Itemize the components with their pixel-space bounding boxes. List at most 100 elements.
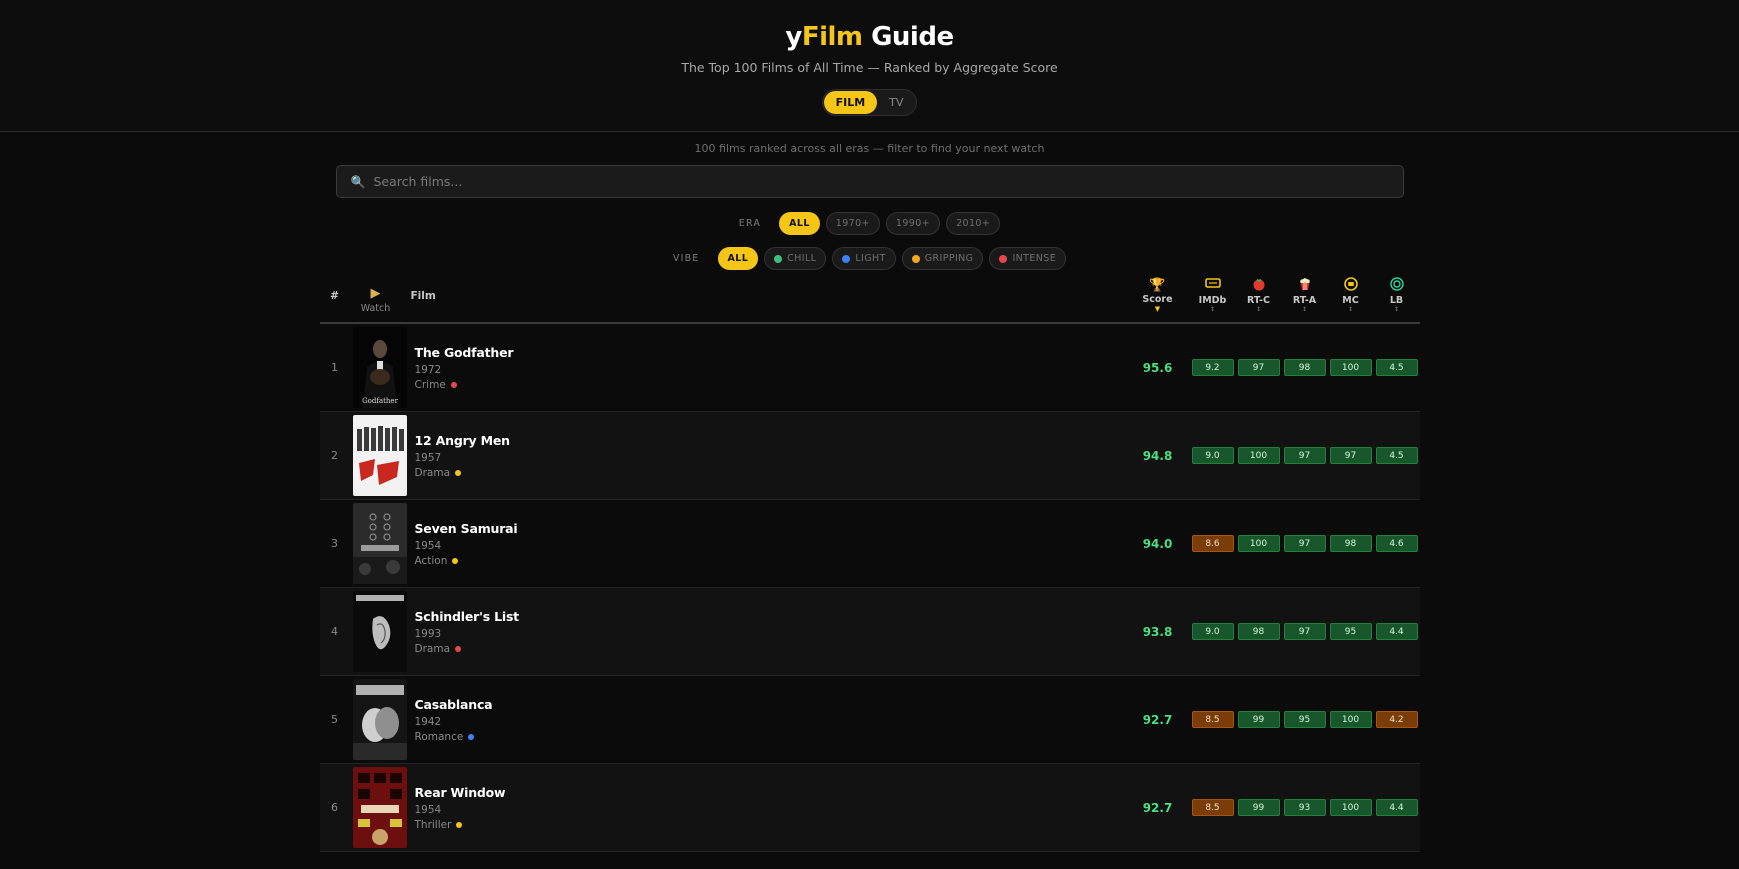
sort-icon: ↕ <box>1301 306 1308 313</box>
vibe-chip-intense[interactable]: INTENSE <box>989 247 1067 270</box>
row-rank: 1 <box>331 361 338 374</box>
mc-rating: 95 <box>1329 623 1372 640</box>
film-genre: Drama <box>415 643 1130 655</box>
rtc-column-header[interactable]: RT-C ↕ <box>1236 277 1282 314</box>
site-header: yFilm Guide The Top 100 Films of All Tim… <box>0 0 1739 132</box>
source-ratings: 8.5 99 95 100 4.2 <box>1190 711 1420 728</box>
film-info: Seven Samurai 1954 Action <box>407 521 1130 567</box>
site-logo[interactable]: yFilm Guide <box>0 22 1739 52</box>
vibe-chip-chill[interactable]: CHILL <box>764 247 827 270</box>
rtc-rating: 100 <box>1237 535 1280 552</box>
watch-column-header[interactable]: ▶ Watch <box>350 286 402 314</box>
rtc-rating: 97 <box>1237 359 1280 376</box>
film-title[interactable]: Schindler's List <box>415 609 1130 624</box>
rta-rating: 97 <box>1283 623 1326 640</box>
vibe-chip-all[interactable]: ALL <box>717 247 759 270</box>
film-poster[interactable] <box>352 591 407 672</box>
table-row[interactable]: 6 Rear Window 1954 Thriller 92.7 8.5 99 … <box>319 764 1420 852</box>
score-column-header[interactable]: 🏆 Score ▼ <box>1130 278 1186 314</box>
table-row[interactable]: 1 Godfather The Godfather 1972 Crime 95.… <box>319 324 1420 412</box>
mode-toggle: FILM TV <box>821 89 918 116</box>
table-row[interactable]: 5 Casablanca 1942 Romance 92.7 8.5 99 95… <box>319 676 1420 764</box>
mode-film-button[interactable]: FILM <box>823 91 878 114</box>
score-header-label: Score <box>1142 294 1173 305</box>
rtc-rating: 99 <box>1237 711 1280 728</box>
mc-rating: 100 <box>1329 711 1372 728</box>
sort-icon: ↕ <box>1393 306 1400 313</box>
imdb-column-header[interactable]: IMDb ↕ <box>1190 277 1236 314</box>
film-genre: Thriller <box>415 819 1130 831</box>
mc-column-header[interactable]: MC ↕ <box>1328 277 1374 314</box>
logo-accent: Film <box>801 22 863 52</box>
source-headers: IMDb ↕ RT-C ↕ RT-A ↕ MC ↕ LB ↕ <box>1190 277 1420 314</box>
imdb-rating: 8.5 <box>1191 711 1234 728</box>
rta-rating: 95 <box>1283 711 1326 728</box>
film-title[interactable]: Casablanca <box>415 697 1130 712</box>
sort-icon: ↕ <box>1209 306 1216 313</box>
film-title[interactable]: Seven Samurai <box>415 521 1130 536</box>
rank-column-header[interactable]: # <box>320 290 350 314</box>
vibe-dot-icon <box>455 469 461 476</box>
film-title[interactable]: Rear Window <box>415 785 1130 800</box>
vibe-dot-icon <box>450 381 457 388</box>
search-bar[interactable]: 🔍 <box>335 165 1404 198</box>
imdb-rating: 8.6 <box>1191 535 1234 552</box>
mc-rating: 97 <box>1329 447 1372 464</box>
rta-rating: 97 <box>1283 447 1326 464</box>
page-subtitle: 100 films ranked across all eras — filte… <box>694 142 1045 155</box>
rta-rating: 98 <box>1283 359 1326 376</box>
aggregate-score: 92.7 <box>1142 712 1173 727</box>
intense-dot-icon <box>999 254 1008 263</box>
imdb-icon <box>1190 277 1236 293</box>
lb-rating: 4.4 <box>1375 623 1418 640</box>
table-row[interactable]: 4 Schindler's List 1993 Drama 93.8 9.0 9… <box>319 588 1420 676</box>
sort-icon: ↕ <box>1255 306 1262 313</box>
lb-header-label: LB <box>1389 295 1404 306</box>
genre-label: Drama <box>414 466 451 479</box>
light-dot-icon <box>842 254 851 263</box>
table-row[interactable]: 2 12 Angry Men 1957 Drama 94.8 9.0 100 9… <box>319 412 1420 500</box>
mode-tv-button[interactable]: TV <box>877 91 915 114</box>
aggregate-score: 92.7 <box>1142 800 1173 815</box>
film-title[interactable]: The Godfather <box>415 345 1130 360</box>
film-info: Rear Window 1954 Thriller <box>407 785 1130 831</box>
film-info: Schindler's List 1993 Drama <box>407 609 1130 655</box>
rtc-header-label: RT-C <box>1247 295 1270 306</box>
rtc-rating: 98 <box>1237 623 1280 640</box>
trophy-icon: 🏆 <box>1149 278 1166 293</box>
popcorn-icon <box>1282 277 1328 293</box>
row-rank: 6 <box>331 801 338 814</box>
film-info: The Godfather 1972 Crime <box>407 345 1130 391</box>
row-rank: 3 <box>331 537 338 550</box>
lb-column-header[interactable]: LB ↕ <box>1374 277 1420 314</box>
era-chip-all[interactable]: ALL <box>779 212 820 235</box>
source-ratings: 9.0 98 97 95 4.4 <box>1190 623 1420 640</box>
rta-column-header[interactable]: RT-A ↕ <box>1282 277 1328 314</box>
vibe-chip-label: INTENSE <box>1012 253 1057 264</box>
rta-header-label: RT-A <box>1292 295 1317 306</box>
aggregate-score: 93.8 <box>1142 624 1173 639</box>
source-ratings: 9.2 97 98 100 4.5 <box>1190 359 1420 376</box>
film-poster[interactable]: Godfather <box>352 327 407 408</box>
search-input[interactable] <box>373 174 1373 189</box>
era-chip-1990[interactable]: 1990+ <box>885 212 941 235</box>
era-chip-2010[interactable]: 2010+ <box>946 212 1001 235</box>
sort-icon: ↕ <box>1347 306 1354 313</box>
vibe-chip-label: LIGHT <box>855 253 886 264</box>
vibe-chip-gripping[interactable]: GRIPPING <box>901 247 984 270</box>
film-title[interactable]: 12 Angry Men <box>415 433 1130 448</box>
letterboxd-icon <box>1374 277 1420 293</box>
lb-rating: 4.4 <box>1375 799 1418 816</box>
film-poster[interactable] <box>352 415 407 496</box>
vibe-chip-light[interactable]: LIGHT <box>832 247 896 270</box>
genre-label: Crime <box>414 378 446 391</box>
aggregate-score: 94.0 <box>1142 536 1173 551</box>
film-poster[interactable] <box>352 767 407 848</box>
table-row[interactable]: 3 Seven Samurai 1954 Action 94.0 8.6 100… <box>319 500 1420 588</box>
film-column-header[interactable]: Film <box>402 290 1130 314</box>
source-ratings: 8.5 99 93 100 4.4 <box>1190 799 1420 816</box>
film-poster[interactable] <box>352 679 407 760</box>
film-poster[interactable] <box>352 503 407 584</box>
era-chip-1970[interactable]: 1970+ <box>825 212 880 235</box>
film-year: 1942 <box>414 715 442 728</box>
